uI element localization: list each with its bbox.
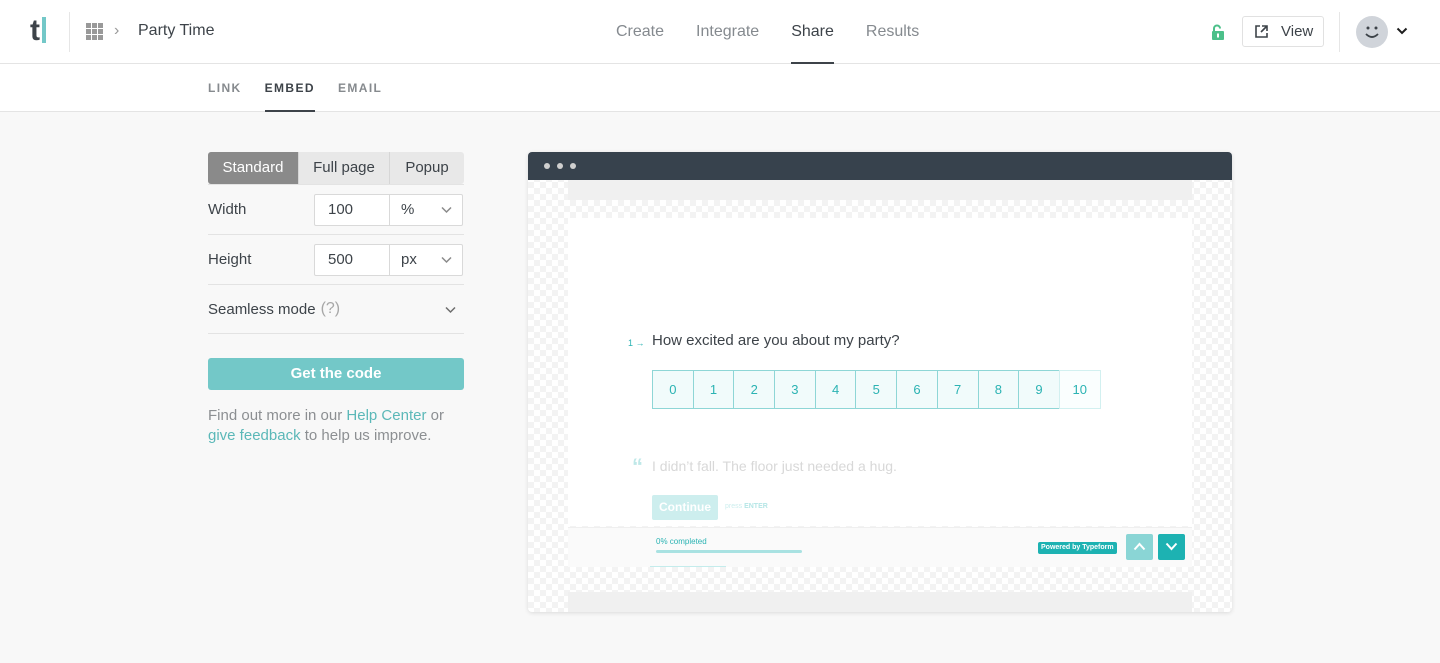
give-feedback-link[interactable]: give feedback [208,427,301,444]
grid-icon[interactable] [86,23,103,40]
nav-share[interactable]: Share [791,0,834,64]
form-title[interactable]: Party Time [138,22,214,40]
width-unit-value: % [401,200,415,218]
press-enter-hint: press ENTER [725,503,768,510]
quote-icon: “ [632,454,643,479]
chevron-down-icon[interactable] [1396,26,1408,36]
embed-mode-selector: Standard Full page Popup [208,152,464,184]
page-placeholder-top [568,180,1192,200]
scale-option[interactable]: 1 [692,370,735,409]
height-label: Height [208,251,252,268]
typeform-logo[interactable]: t [30,14,46,48]
width-label: Width [208,201,247,218]
width-input[interactable]: 100 [314,193,390,226]
divider [69,12,70,52]
tab-email[interactable]: EMAIL [338,64,382,112]
typeform-footer: 0% completed Powered by Typeform [568,527,1192,567]
mode-full-page-button[interactable]: Full page [299,152,390,184]
progress-underline [650,566,726,567]
view-label: View [1281,23,1314,40]
seamless-help[interactable]: (?) [321,300,341,318]
external-link-icon [1255,25,1268,38]
scale-option[interactable]: 2 [733,370,776,409]
help-center-link[interactable]: Help Center [346,407,426,424]
scale-option[interactable]: 3 [774,370,816,409]
next-question-button[interactable] [1158,534,1185,560]
height-row: Height 500 px [208,234,464,284]
arrow-right-icon: → [635,338,645,348]
get-code-button[interactable]: Get the code [208,358,464,390]
scale-option[interactable]: 8 [977,370,1020,409]
nav-results[interactable]: Results [866,0,919,64]
scale-option[interactable]: 4 [814,370,857,409]
chevron-down-icon[interactable] [445,306,456,314]
nav-integrate[interactable]: Integrate [696,0,759,64]
question-number: 1 → [628,338,645,348]
unlocked-padlock-icon[interactable] [1211,24,1225,40]
view-button[interactable]: View [1242,16,1324,47]
embed-preview-window: 1 → How excited are you about my party? … [528,152,1232,612]
height-unit-select[interactable]: px [390,243,463,276]
logo-bar [42,17,46,43]
page-placeholder-bottom [568,592,1192,612]
avatar[interactable] [1356,16,1388,48]
browser-chrome [528,152,1232,180]
embed-settings-panel: Standard Full page Popup Width 100 % Hei… [208,152,464,446]
progress-bar [656,550,802,553]
mode-popup-button[interactable]: Popup [390,152,464,184]
chevron-right-icon: › [114,22,120,39]
window-dot-icon [570,163,576,169]
share-subnav: LINK EMBED EMAIL [0,64,1440,112]
width-unit-select[interactable]: % [390,193,463,226]
chevron-down-icon [441,256,452,263]
nav-create[interactable]: Create [616,0,664,64]
seamless-mode-row[interactable]: Seamless mode (?) [208,284,464,334]
chevron-down-icon [1165,542,1178,551]
top-header: t › Party Time Create Integrate Share Re… [0,0,1440,64]
chevron-down-icon [441,206,452,213]
scale-option[interactable]: 6 [896,370,938,409]
help-text: Find out more in our Help Center or give… [208,407,444,444]
question-text: How excited are you about my party? [652,332,900,349]
width-row: Width 100 % [208,184,464,234]
previous-question-button[interactable] [1126,534,1153,560]
smiley-face-icon [1365,26,1379,38]
continue-button[interactable]: Continue [652,495,718,520]
tab-embed[interactable]: EMBED [264,64,316,112]
divider [1339,12,1340,52]
window-dot-icon [557,163,563,169]
scale-option[interactable]: 9 [1018,370,1060,409]
chevron-up-icon [1133,542,1146,551]
window-dot-icon [544,163,550,169]
height-unit-value: px [401,250,417,268]
progress-label: 0% completed [656,537,707,546]
opinion-scale: 0 1 2 3 4 5 6 7 8 9 10 [652,370,1101,409]
main-nav: Create Integrate Share Results [616,0,951,64]
height-input[interactable]: 500 [314,243,390,276]
next-question-text: I didn’t fall. The floor just needed a h… [652,458,897,474]
embedded-typeform: 1 → How excited are you about my party? … [568,218,1192,526]
scale-option[interactable]: 0 [652,370,694,409]
powered-by-badge[interactable]: Powered by Typeform [1038,542,1117,554]
scale-option[interactable]: 10 [1058,370,1101,409]
seamless-mode-label: Seamless mode [208,300,316,318]
tab-link[interactable]: LINK [208,64,242,112]
scale-option[interactable]: 7 [936,370,979,409]
scale-option[interactable]: 5 [855,370,898,409]
mode-standard-button[interactable]: Standard [208,152,299,184]
